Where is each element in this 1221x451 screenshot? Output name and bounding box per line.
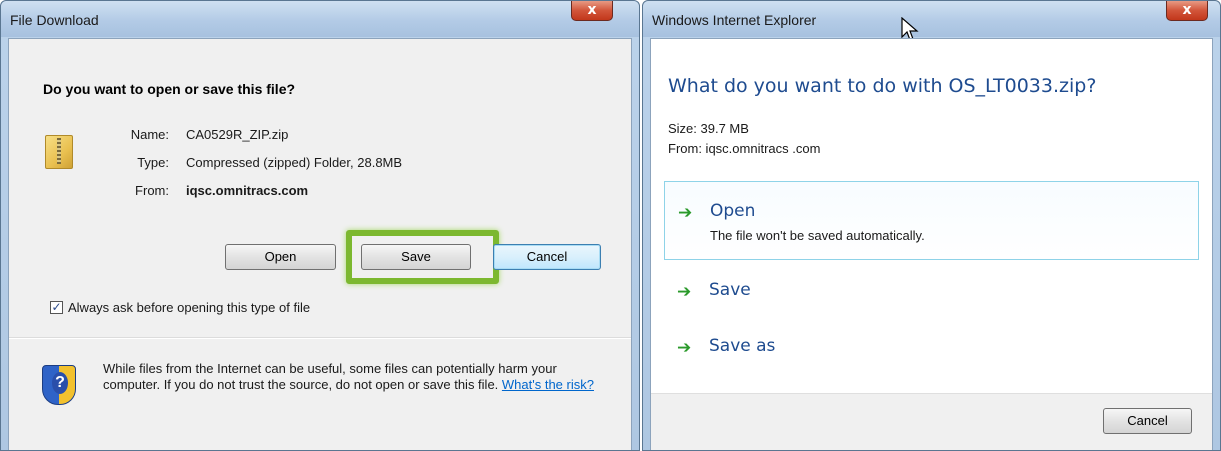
file-download-dialog: File Download x Do you want to open or s… [0,0,640,451]
dialog-body: Do you want to open or save this file? N… [8,38,632,450]
open-button[interactable]: Open [225,244,336,270]
window-title: Windows Internet Explorer [652,12,817,28]
close-button[interactable]: x [1166,1,1208,21]
cancel-button[interactable]: Cancel [1103,408,1192,434]
dialog-question: Do you want to open or save this file? [43,81,296,97]
name-label: Name: [130,127,169,142]
warning-message: While files from the Internet can be use… [103,361,603,393]
zip-folder-icon [45,135,73,169]
ie-download-dialog: Windows Internet Explorer x What do you … [642,0,1221,451]
green-arrow-icon: ➔ [677,282,692,302]
window-title: File Download [10,12,99,28]
save-button[interactable]: Save [361,244,471,270]
titlebar[interactable]: File Download x [1,1,639,37]
file-source: From: iqsc.omnitracs .com [668,141,821,156]
always-ask-checkbox[interactable]: ✓ [50,301,63,314]
file-type: Compressed (zipped) Folder, 28.8MB [186,155,403,170]
green-arrow-icon: ➔ [677,338,692,358]
save-as-option-label: Save as [709,336,776,356]
warning-area: ? While files from the Internet can be u… [9,339,631,450]
warning-text: While files from the Internet can be use… [103,361,557,392]
dialog-question: What do you want to do with OS_LT0033.zi… [668,75,1097,97]
open-option[interactable]: ➔ Open The file won't be saved automatic… [664,181,1199,260]
green-arrow-icon: ➔ [678,203,693,223]
save-option-label: Save [709,280,751,300]
file-source: iqsc.omnitracs.com [186,183,309,198]
dialog-footer: Cancel [651,393,1212,450]
type-label: Type: [137,155,169,170]
open-option-description: The file won't be saved automatically. [710,228,925,243]
save-option[interactable]: ➔ Save [664,275,1199,313]
whats-the-risk-link[interactable]: What's the risk? [502,377,594,392]
close-button[interactable]: x [571,1,613,21]
save-as-option[interactable]: ➔ Save as [664,331,1199,369]
always-ask-label[interactable]: Always ask before opening this type of f… [68,300,310,315]
file-size: Size: 39.7 MB [668,121,749,136]
file-name: CA0529R_ZIP.zip [186,127,289,142]
cancel-button[interactable]: Cancel [493,244,601,270]
titlebar[interactable]: Windows Internet Explorer x [643,1,1220,41]
open-option-label: Open [710,201,756,221]
dialog-body: What do you want to do with OS_LT0033.zi… [650,38,1213,450]
from-label: From: [135,183,169,198]
security-shield-icon: ? [42,365,76,405]
